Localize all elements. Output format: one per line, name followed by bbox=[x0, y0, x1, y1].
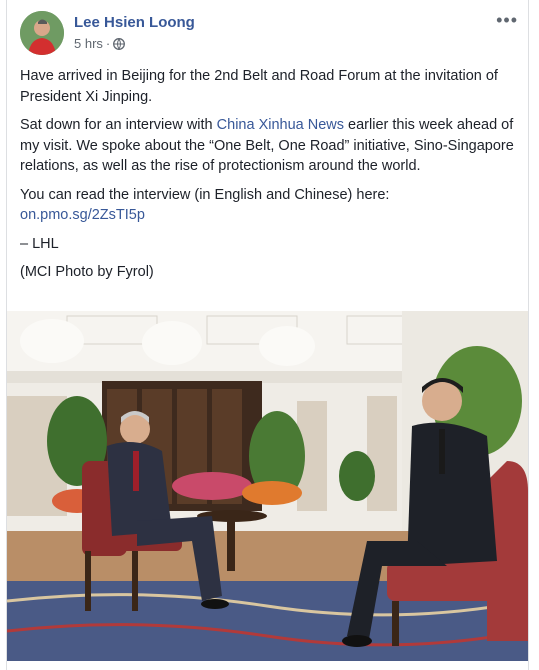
author-avatar[interactable] bbox=[20, 11, 64, 55]
paragraph-signature: – LHL bbox=[20, 235, 59, 252]
post-timestamp[interactable]: 5 hrs bbox=[74, 36, 103, 51]
read-text: You can read the interview (in English a… bbox=[20, 186, 390, 203]
post-photo[interactable] bbox=[7, 311, 528, 661]
meta-separator: · bbox=[105, 36, 111, 51]
facebook-post: Lee Hsien Loong 5 hrs · ••• Have arrived… bbox=[6, 0, 529, 670]
globe-icon[interactable] bbox=[113, 37, 126, 50]
paragraph-interview: Sat down for an interview with China Xin… bbox=[20, 115, 514, 177]
post-meta: 5 hrs · bbox=[74, 36, 126, 51]
avatar-image bbox=[20, 11, 64, 55]
paragraph-credit: (MCI Photo by Fyrol) bbox=[20, 264, 154, 280]
interview-photo bbox=[7, 311, 528, 661]
xinhua-link[interactable]: China Xinhua News bbox=[217, 117, 344, 133]
more-options-icon[interactable]: ••• bbox=[496, 10, 518, 31]
paragraph-arrival: Have arrived in Beijing for the 2nd Belt… bbox=[20, 68, 498, 105]
post-header: Lee Hsien Loong 5 hrs · ••• bbox=[7, 0, 528, 62]
interview-link[interactable]: on.pmo.sg/2ZsTI5p bbox=[20, 207, 145, 223]
post-text: Have arrived in Beijing for the 2nd Belt… bbox=[7, 62, 528, 283]
author-name[interactable]: Lee Hsien Loong bbox=[74, 14, 195, 31]
paragraph-read: You can read the interview (in English a… bbox=[20, 185, 514, 226]
interview-text-before: Sat down for an interview with bbox=[20, 117, 217, 133]
